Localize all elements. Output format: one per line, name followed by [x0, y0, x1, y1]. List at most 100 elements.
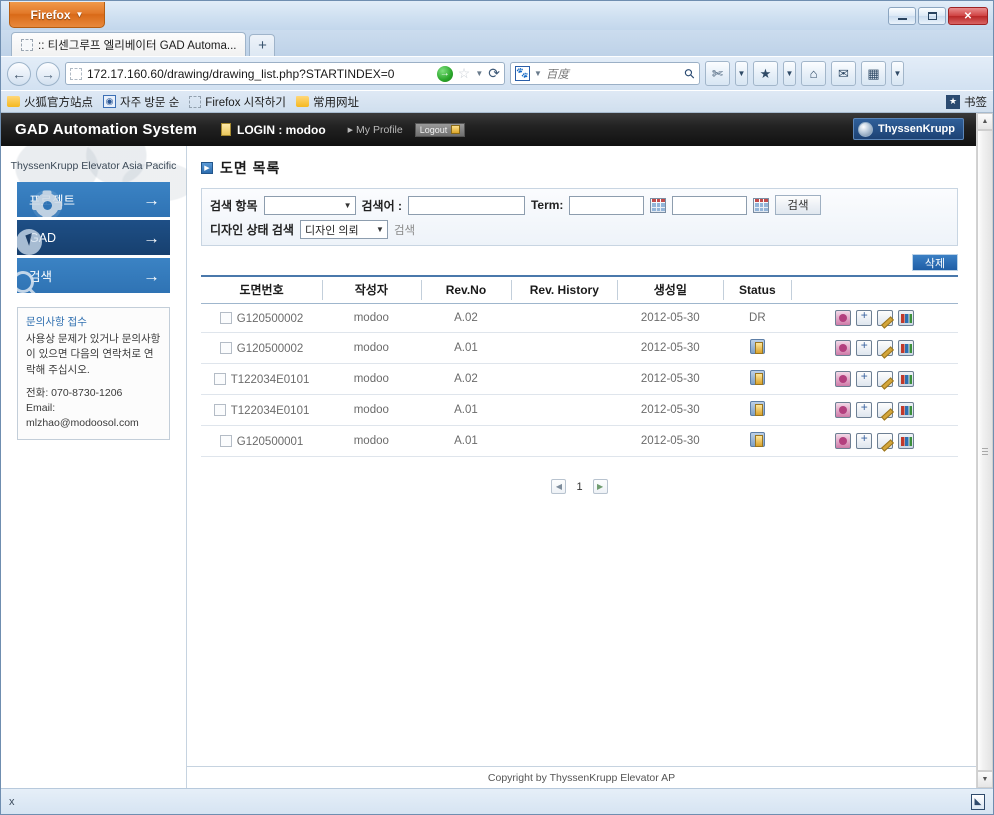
download-icon[interactable] — [835, 340, 852, 356]
row-checkbox[interactable] — [219, 311, 232, 324]
copy-icon[interactable] — [856, 400, 873, 418]
term-to-input[interactable] — [672, 195, 748, 215]
status-doc-icon[interactable] — [749, 370, 765, 385]
bookmark-star-icon[interactable]: ☆ — [458, 65, 471, 82]
firefox-menu-button[interactable]: Firefox ▼ — [9, 2, 105, 28]
chart-icon[interactable] — [898, 340, 915, 356]
table-row[interactable]: G120500002 modoo A.01 2012-05-30 — [201, 332, 958, 364]
chart-icon[interactable] — [898, 433, 915, 449]
calendar-icon[interactable] — [650, 197, 667, 213]
copy-icon[interactable] — [856, 308, 873, 326]
chevron-down-icon[interactable]: ▼ — [534, 69, 542, 78]
addon-badge-button[interactable]: ★ — [753, 61, 778, 86]
term-from-input[interactable] — [569, 195, 645, 215]
column-header-status[interactable]: Status — [723, 275, 792, 304]
page-number[interactable]: 1 — [576, 481, 582, 493]
edit-icon[interactable] — [877, 371, 894, 387]
calendar-icon[interactable] — [753, 197, 770, 213]
copy-icon[interactable] — [856, 338, 873, 356]
chart-icon[interactable] — [898, 310, 915, 326]
column-header-drawing-no[interactable]: 도면번호 — [201, 275, 323, 304]
baidu-icon[interactable]: 🐾 — [515, 66, 530, 81]
reload-icon[interactable]: ⟳ — [488, 65, 500, 82]
go-icon[interactable]: → — [436, 65, 453, 82]
back-button[interactable]: ← — [7, 61, 31, 86]
download-icon[interactable] — [835, 402, 852, 418]
prev-page-button[interactable]: ◀ — [551, 479, 567, 494]
window-resizer-icon[interactable]: ◣ — [971, 793, 985, 810]
edit-icon[interactable] — [877, 433, 894, 449]
table-row[interactable]: T122034E0101 modoo A.01 2012-05-30 — [201, 394, 958, 426]
home-icon[interactable]: ⌂ — [801, 61, 826, 86]
address-bar[interactable]: 172.17.160.60/drawing/drawing_list.php?S… — [65, 62, 505, 85]
download-icon[interactable] — [835, 433, 852, 449]
search-input[interactable]: 百度 — [546, 66, 682, 82]
column-header-created[interactable]: 생성일 — [617, 275, 724, 304]
firefox-menu-label: Firefox — [30, 7, 71, 22]
edit-icon[interactable] — [877, 310, 894, 326]
status-doc-icon[interactable] — [749, 401, 765, 416]
apps-grid-icon[interactable]: ▦ — [861, 61, 886, 86]
search-field-select[interactable]: ▼ — [263, 195, 356, 215]
table-header-row: 도면번호 작성자 Rev.No Rev. History 생성일 Status — [201, 275, 958, 304]
maximize-button[interactable] — [918, 7, 946, 25]
row-checkbox[interactable] — [219, 341, 232, 354]
logout-button[interactable]: Logout — [414, 122, 466, 137]
bookmark-item[interactable]: 常用网址 — [295, 94, 359, 110]
copy-icon[interactable] — [856, 431, 873, 449]
status-doc-icon[interactable] — [749, 432, 765, 447]
keyword-input[interactable] — [407, 195, 525, 215]
table-row[interactable]: G120500002 modoo A.02 2012-05-30 DR — [201, 303, 958, 333]
forward-button[interactable]: → — [36, 61, 60, 86]
screenshot-tool-button[interactable]: ✄ — [705, 61, 730, 86]
chevron-down-icon[interactable]: ▼ — [475, 69, 483, 78]
screenshot-tool-dropdown[interactable]: ▼ — [735, 61, 748, 86]
copy-icon[interactable] — [856, 369, 873, 387]
search-button[interactable]: 검색 — [775, 195, 821, 215]
search-bar[interactable]: 🐾 ▼ 百度 ⚲ — [510, 62, 700, 85]
design-state-select[interactable]: 디자인 의뢰 ▼ — [299, 220, 388, 239]
row-checkbox[interactable] — [219, 434, 232, 447]
edit-icon[interactable] — [877, 402, 894, 418]
bookmarks-right-group[interactable]: ★ 书签 — [946, 94, 987, 110]
download-icon[interactable] — [835, 310, 852, 326]
bookmark-item[interactable]: ◉ 자주 방문 순 — [103, 94, 179, 110]
cell-drawing-no: G120500002 — [201, 332, 323, 364]
column-header-author[interactable]: 작성자 — [322, 275, 421, 304]
delete-button[interactable]: 삭제 — [912, 254, 958, 271]
drawing-list-table: 도면번호 작성자 Rev.No Rev. History 생성일 Status — [201, 275, 958, 457]
status-doc-icon[interactable] — [749, 339, 765, 354]
row-checkbox[interactable] — [213, 403, 226, 416]
table-row[interactable]: G120500001 modoo A.01 2012-05-30 — [201, 425, 958, 457]
design-state-search-link[interactable]: 검색 — [394, 222, 415, 238]
my-profile-link[interactable]: ▶ My Profile — [348, 124, 403, 136]
table-row[interactable]: T122034E0101 modoo A.02 2012-05-30 — [201, 363, 958, 395]
minimize-button[interactable] — [888, 7, 916, 25]
mail-icon[interactable]: ✉ — [831, 61, 856, 86]
cell-author: modoo — [322, 332, 421, 364]
search-icon[interactable]: ⚲ — [681, 64, 699, 82]
scrollbar-thumb[interactable] — [977, 130, 993, 771]
tab-gad-automation[interactable]: :: 티센그루프 엘리베이터 GAD Automa... — [11, 32, 247, 56]
next-page-button[interactable]: ▶ — [592, 479, 608, 494]
edit-icon[interactable] — [877, 340, 894, 356]
bookmark-item[interactable]: Firefox 시작하기 — [189, 94, 286, 110]
column-header-rev-no[interactable]: Rev.No — [420, 275, 512, 304]
close-button[interactable]: ✕ — [948, 7, 988, 25]
scroll-up-button[interactable]: ▲ — [977, 113, 993, 130]
bookmark-item[interactable]: 火狐官方站点 — [7, 94, 93, 110]
row-checkbox[interactable] — [213, 372, 226, 385]
sidebar-item-search[interactable]: 검색 → — [17, 258, 170, 293]
page-scrollbar[interactable]: ▲ ▼ — [976, 113, 993, 788]
apps-grid-dropdown[interactable]: ▼ — [891, 61, 904, 86]
new-tab-button[interactable]: + — [249, 34, 276, 56]
column-header-rev-history[interactable]: Rev. History — [511, 275, 618, 304]
sidebar-item-gad[interactable]: GAD → — [17, 220, 170, 255]
download-icon[interactable] — [835, 371, 852, 387]
chart-icon[interactable] — [898, 371, 915, 387]
addon-badge-dropdown[interactable]: ▼ — [783, 61, 796, 86]
chart-icon[interactable] — [898, 402, 915, 418]
sidebar-item-project[interactable]: 프로젝트 → — [17, 182, 170, 217]
content-viewport: GAD Automation System LOGIN : modoo ▶ My… — [1, 113, 993, 788]
scroll-down-button[interactable]: ▼ — [977, 771, 993, 788]
